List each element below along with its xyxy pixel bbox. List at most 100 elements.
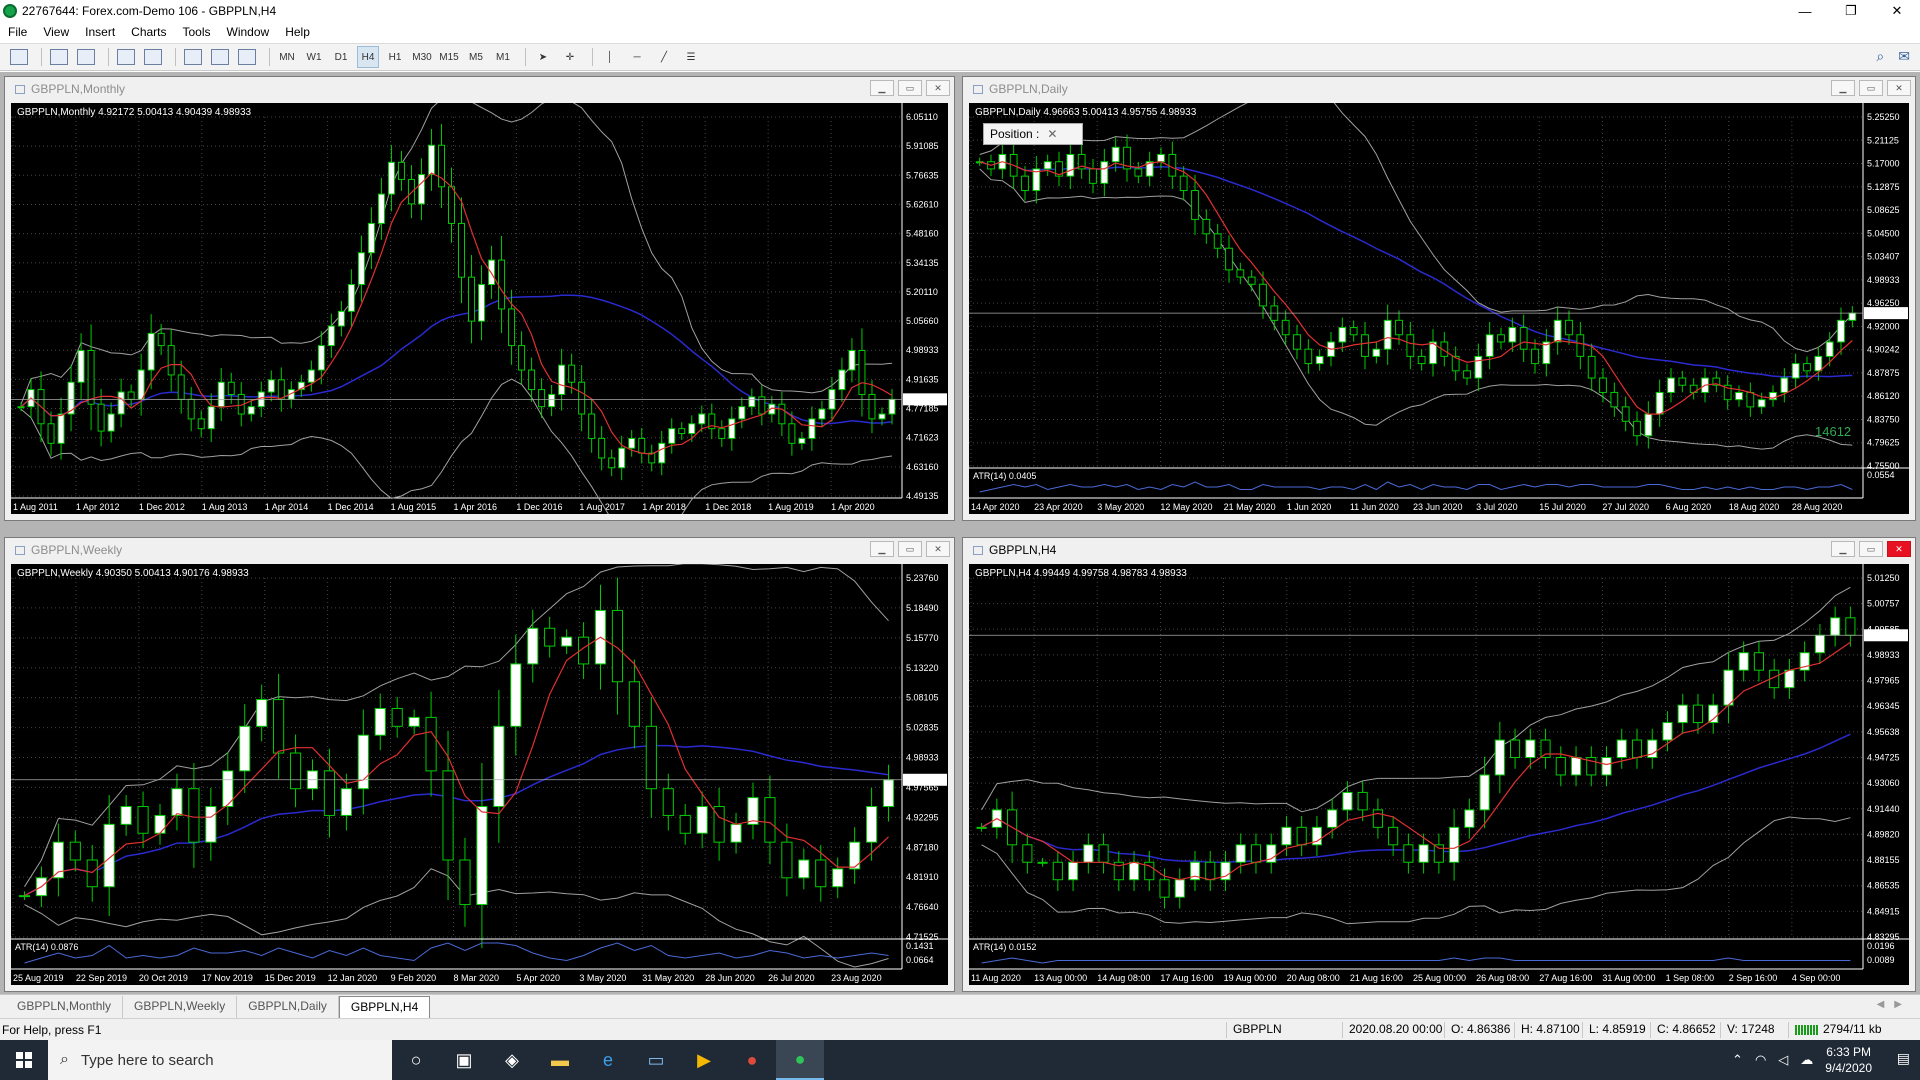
price-chart[interactable]: 5.23760 5.18490 5.15770 5.13220 5.08105 5.028… bbox=[11, 564, 948, 985]
new-chart-button[interactable] bbox=[8, 46, 30, 68]
bar-chart-button[interactable] bbox=[115, 46, 137, 68]
chart-close-button[interactable]: ✕ bbox=[926, 541, 950, 557]
crosshair-tool-button[interactable]: ✛ bbox=[559, 46, 581, 68]
candle-body bbox=[528, 369, 536, 391]
tile-windows-button[interactable] bbox=[236, 46, 258, 68]
menu-view[interactable]: View bbox=[35, 25, 77, 39]
zoom-out-button[interactable] bbox=[209, 46, 231, 68]
chart-canvas[interactable]: 5.23760 5.18490 5.15770 5.13220 5.08105 5.028… bbox=[11, 564, 948, 985]
candle-body bbox=[417, 174, 425, 205]
time-axis-label: 3 May 2020 bbox=[579, 973, 626, 983]
price-axis-label: 4.63160 bbox=[906, 462, 939, 472]
chart-window-weekly[interactable]: GBPPLN,Weekly ▁ ▭ ✕ 5.23760 5.18490 5.1577… bbox=[4, 537, 955, 992]
candle-body bbox=[367, 222, 375, 254]
time-axis-label: 23 Jun 2020 bbox=[1413, 502, 1463, 512]
timeframe-m15-button[interactable]: M15 bbox=[438, 46, 460, 68]
chart-watermark-number: 14612 bbox=[1815, 424, 1851, 439]
position-panel-close-icon[interactable]: ✕ bbox=[1047, 127, 1057, 141]
search-icon[interactable]: ⌕ bbox=[1876, 48, 1884, 65]
vertical-line-tool-button[interactable]: │ bbox=[599, 46, 621, 68]
close-button[interactable]: ✕ bbox=[1874, 0, 1920, 22]
start-button[interactable] bbox=[0, 1040, 48, 1080]
chart-window-h4[interactable]: GBPPLN,H4 ▁ ▭ ✕ 5.012505.007574.995854.9… bbox=[962, 537, 1916, 992]
edge-browser-icon[interactable]: e bbox=[584, 1040, 632, 1080]
candle-body bbox=[548, 393, 556, 408]
crosshair-move-button[interactable] bbox=[75, 46, 97, 68]
volume-icon[interactable]: ◁ bbox=[1778, 1052, 1788, 1068]
cursor-tool-button[interactable]: ➤ bbox=[532, 46, 554, 68]
menu-file[interactable]: File bbox=[0, 25, 35, 39]
tab-gbppln-weekly[interactable]: GBPPLN,Weekly bbox=[123, 996, 238, 1018]
candle-body bbox=[832, 868, 844, 888]
price-chart[interactable]: 5.25250 5.21125 5.17000 5.12875 5.08625 5.045… bbox=[969, 103, 1909, 514]
chart-window-monthly[interactable]: GBPPLN,Monthly ▁ ▭ ✕ 6.05110 5.91085 5.766… bbox=[4, 76, 955, 521]
horizontal-line-tool-button[interactable]: ─ bbox=[626, 46, 648, 68]
tile-windows-icon bbox=[238, 49, 256, 65]
timeframe-m5-button[interactable]: M5 bbox=[465, 46, 487, 68]
trendline-tool-button[interactable]: ╱ bbox=[653, 46, 675, 68]
chart-minimize-button[interactable]: ▁ bbox=[870, 80, 894, 96]
timeframe-w1-button[interactable]: W1 bbox=[303, 46, 325, 68]
timeframe-h1-button[interactable]: H1 bbox=[384, 46, 406, 68]
taskbar-app-icon[interactable]: ◈ bbox=[488, 1040, 536, 1080]
timeframe-mn-button[interactable]: MN bbox=[276, 46, 298, 68]
chart-tabs: GBPPLN,Monthly GBPPLN,Weekly GBPPLN,Dail… bbox=[0, 994, 1920, 1018]
moving-average-fast-line bbox=[979, 161, 1853, 415]
chart-window-daily[interactable]: GBPPLN,Daily ▁ ▭ ✕ 5.25250 5.21125 5.17000… bbox=[962, 76, 1916, 521]
network-icon[interactable]: ◠ bbox=[1755, 1052, 1766, 1068]
menu-help[interactable]: Help bbox=[277, 25, 318, 39]
chart-maximize-button[interactable]: ▭ bbox=[1859, 541, 1883, 557]
menu-window[interactable]: Window bbox=[219, 25, 278, 39]
menu-tools[interactable]: Tools bbox=[175, 25, 219, 39]
windows-taskbar: ⌕ Type here to search ○ ▣ ◈ ▬ e ▭ ▶ ● ● … bbox=[0, 1040, 1920, 1080]
chart-maximize-button[interactable]: ▭ bbox=[898, 80, 922, 96]
chart-canvas[interactable]: 5.25250 5.21125 5.17000 5.12875 5.08625 5.045… bbox=[969, 103, 1909, 514]
tab-gbppln-h4[interactable]: GBPPLN,H4 bbox=[338, 996, 431, 1018]
timeframe-m30-button[interactable]: M30 bbox=[411, 46, 433, 68]
price-chart[interactable]: 5.012505.007574.995854.989334.979654.963… bbox=[969, 564, 1909, 985]
minimize-button[interactable]: — bbox=[1782, 0, 1828, 22]
menu-insert[interactable]: Insert bbox=[77, 25, 123, 39]
time-axis-label: 26 Aug 08:00 bbox=[1476, 973, 1529, 983]
chart-canvas[interactable]: 6.05110 5.91085 5.76635 5.62610 5.48160 5.341… bbox=[11, 103, 948, 514]
notification-icon[interactable]: ▤ bbox=[1897, 1050, 1910, 1067]
chart-close-button[interactable]: ✕ bbox=[1887, 541, 1911, 557]
taskbar-search-box[interactable]: ⌕ Type here to search bbox=[48, 1040, 392, 1080]
tab-scroll-arrows[interactable]: ◀▶ bbox=[1877, 999, 1912, 1010]
line-chart-button[interactable] bbox=[142, 46, 164, 68]
chart-maximize-button[interactable]: ▭ bbox=[898, 541, 922, 557]
tab-gbppln-monthly[interactable]: GBPPLN,Monthly bbox=[6, 996, 124, 1018]
candle-body bbox=[476, 806, 488, 906]
chart-minimize-button[interactable]: ▁ bbox=[1831, 541, 1855, 557]
timeframe-m1-button[interactable]: M1 bbox=[492, 46, 514, 68]
zoom-in-button[interactable] bbox=[182, 46, 204, 68]
chart-close-button[interactable]: ✕ bbox=[926, 80, 950, 96]
fibonacci-tool-button[interactable]: ☰ bbox=[680, 46, 702, 68]
chrome-browser-icon[interactable]: ● bbox=[728, 1040, 776, 1080]
metatrader-taskbar-icon[interactable]: ● bbox=[776, 1040, 824, 1080]
taskbar-app-icon[interactable]: ▭ bbox=[632, 1040, 680, 1080]
timeframe-h4-button[interactable]: H4 bbox=[357, 46, 379, 68]
tray-chevron-icon[interactable]: ⌃ bbox=[1732, 1052, 1743, 1068]
maximize-button[interactable]: ❐ bbox=[1828, 0, 1874, 22]
task-view-icon[interactable]: ○ bbox=[392, 1040, 440, 1080]
timeframe-d1-button[interactable]: D1 bbox=[330, 46, 352, 68]
chart-canvas[interactable]: 5.012505.007574.995854.989334.979654.963… bbox=[969, 564, 1909, 985]
onedrive-icon[interactable]: ☁ bbox=[1800, 1052, 1813, 1068]
chart-close-button[interactable]: ✕ bbox=[1887, 80, 1911, 96]
chart-maximize-button[interactable]: ▭ bbox=[1859, 80, 1883, 96]
taskbar-clock[interactable]: 6:33 PM 9/4/2020 bbox=[1825, 1044, 1872, 1076]
menu-charts[interactable]: Charts bbox=[123, 25, 174, 39]
chart-minimize-button[interactable]: ▁ bbox=[1831, 80, 1855, 96]
tab-gbppln-daily[interactable]: GBPPLN,Daily bbox=[237, 996, 339, 1018]
taskbar-app-icon[interactable]: ▶ bbox=[680, 1040, 728, 1080]
chart-minimize-button[interactable]: ▁ bbox=[870, 541, 894, 557]
position-panel[interactable]: Position : ✕ bbox=[983, 123, 1083, 145]
candle-body bbox=[1485, 334, 1494, 357]
chat-icon[interactable]: ✉ bbox=[1898, 48, 1910, 65]
taskbar-app-icon[interactable]: ▣ bbox=[440, 1040, 488, 1080]
file-explorer-icon[interactable]: ▬ bbox=[536, 1040, 584, 1080]
price-chart[interactable]: 6.05110 5.91085 5.76635 5.62610 5.48160 5.341… bbox=[11, 103, 948, 514]
price-axis-label: 4.83750 bbox=[1867, 414, 1900, 424]
profiles-button[interactable] bbox=[48, 46, 70, 68]
